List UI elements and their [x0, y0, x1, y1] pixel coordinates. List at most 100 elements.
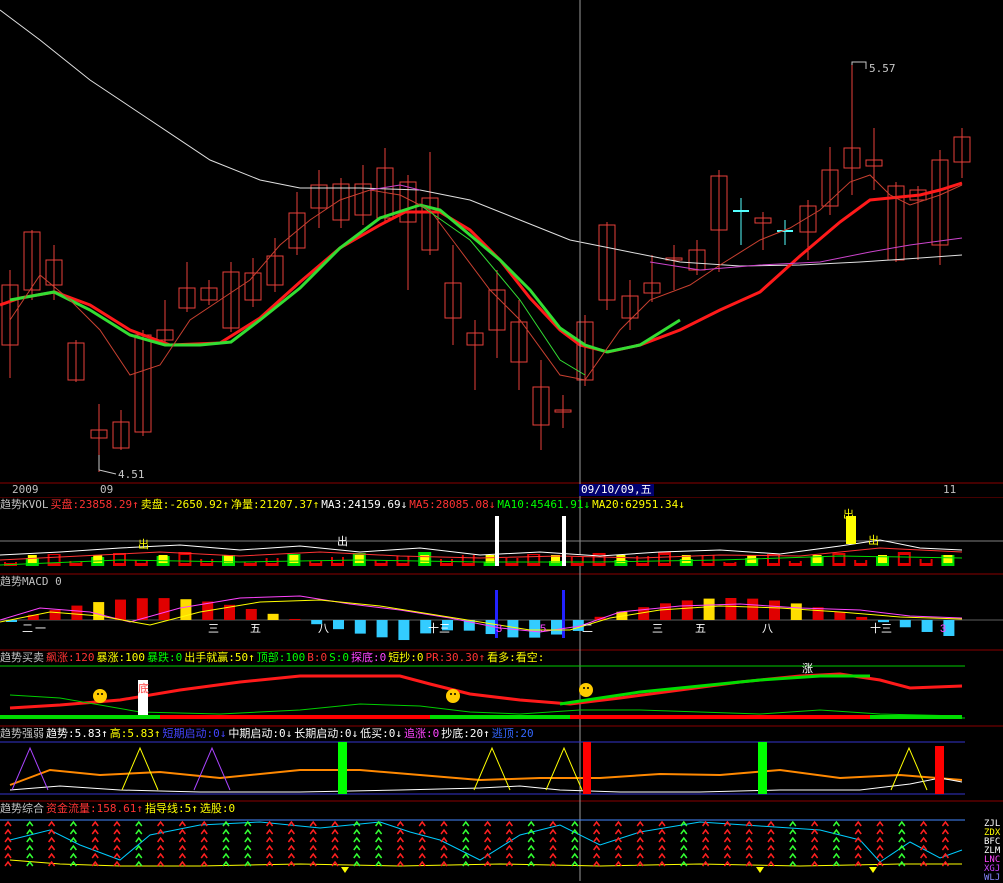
macd-wave-label: 八: [318, 623, 329, 635]
cp-arrow: [178, 844, 186, 851]
cp-arrow: [723, 860, 731, 867]
cp-arrow: [941, 836, 949, 843]
cp-arrow: [244, 852, 252, 859]
volume-core: [333, 555, 342, 563]
cp-arrow: [244, 828, 252, 835]
cp-arrow: [614, 820, 622, 827]
cp-arrow: [375, 836, 383, 843]
buysell-header: 趋势买卖 飙涨:120 暴涨:100 暴跌:0 出手就赢:50↑ 顶部:100 B:0 S:0…: [0, 651, 548, 665]
kvol-item: MA10:45461.91↓: [497, 498, 591, 511]
cp-arrow: [527, 844, 535, 851]
st-triangle: [11, 746, 49, 791]
macd-wave-label: 三: [208, 623, 219, 635]
cp-arrow: [680, 844, 688, 851]
cp-arrow: [767, 844, 775, 851]
strength-item: 高:5.83↑: [109, 727, 161, 740]
cp-arrow: [48, 836, 56, 843]
cp-arrow: [702, 844, 710, 851]
high-pointer: [851, 61, 867, 69]
cp-arrow: [898, 820, 906, 827]
smiley-eye: [454, 693, 456, 695]
buysell-item: 探底:0: [351, 651, 387, 664]
cp-arrow: [854, 828, 862, 835]
cp-arrow: [789, 820, 797, 827]
cp-arrow: [593, 828, 601, 835]
cp-arrow: [4, 852, 12, 859]
cp-arrow: [157, 844, 165, 851]
cp-arrow: [375, 844, 383, 851]
macd-wave-label: 五: [250, 623, 261, 635]
cp-arrow: [178, 820, 186, 827]
macd-bar: [834, 611, 846, 620]
cp-arrow: [920, 820, 928, 827]
macd-wave-label: 3: [940, 623, 946, 635]
strength-item: 追涨:0: [404, 727, 440, 740]
cp-arrow: [811, 852, 819, 859]
macd-bar: [398, 620, 410, 641]
cp-arrow: [440, 844, 448, 851]
kvol-item: 卖盘:-2650.92↑: [140, 498, 229, 511]
cp-yellow-marker: [756, 867, 764, 873]
buysell-item: 暴涨:100: [96, 651, 146, 664]
cp-arrow: [505, 820, 513, 827]
cp-arrow: [178, 852, 186, 859]
cp-arrow: [244, 836, 252, 843]
cp-arrow: [135, 828, 143, 835]
macd-bar: [267, 613, 279, 620]
smiley-icon: [579, 683, 593, 697]
st-triangle: [121, 746, 159, 791]
cp-arrow: [178, 836, 186, 843]
cp-arrow: [396, 844, 404, 851]
cp-arrow: [723, 836, 731, 843]
strength-item: 低买:0↓: [360, 727, 402, 740]
macd-bar: [747, 598, 759, 620]
buysell-item: B:0: [307, 651, 328, 664]
cp-arrow: [658, 836, 666, 843]
cp-arrow: [91, 836, 99, 843]
cp-arrow: [396, 828, 404, 835]
cp-arrow: [69, 844, 77, 851]
cp-arrow: [941, 820, 949, 827]
cp-arrow: [723, 852, 731, 859]
cp-arrow: [91, 852, 99, 859]
cp-arrow: [527, 820, 535, 827]
macd-bar: [71, 605, 83, 620]
st-red-bar: [935, 746, 944, 794]
cp-arrow: [26, 836, 34, 843]
composite-item: 选股:0: [199, 802, 236, 815]
cp-arrow: [462, 820, 470, 827]
cp-arrow: [920, 828, 928, 835]
date-axis-year: 2009: [12, 483, 39, 496]
cp-arrow: [178, 860, 186, 867]
cp-arrow: [549, 836, 557, 843]
buysell-item: 看多:看空:: [487, 651, 545, 664]
cp-arrow: [200, 836, 208, 843]
chart-canvas[interactable]: 二一三五八十三 3 5 二三五八十三 3出出出 出底涨: [0, 0, 1003, 881]
cp-arrow: [200, 852, 208, 859]
cp-arrow: [636, 844, 644, 851]
cp-arrow: [876, 836, 884, 843]
volume-core: [49, 555, 59, 563]
ma-thin-red: [9, 174, 963, 381]
macd-bar: [703, 598, 715, 620]
macd-bar: [790, 603, 802, 620]
cp-arrow: [48, 860, 56, 867]
cp-arrow: [658, 860, 666, 867]
cp-arrow: [680, 828, 688, 835]
cp-arrow: [26, 828, 34, 835]
cp-arrow: [418, 844, 426, 851]
stock-chart-window[interactable]: 二一三五八十三 3 5 二三五八十三 3 出出出出底涨 5.57 4.51 2009 09…: [0, 0, 1003, 883]
cp-arrow: [200, 860, 208, 867]
kvol-title: 趋势KVOL: [0, 498, 49, 511]
cp-arrow: [614, 844, 622, 851]
cp-arrow: [396, 820, 404, 827]
cp-arrow: [811, 844, 819, 851]
cp-arrow: [462, 836, 470, 843]
macd-wave-label: 二: [582, 623, 593, 635]
cp-arrow: [941, 844, 949, 851]
cp-arrow: [484, 820, 492, 827]
cp-arrow: [811, 836, 819, 843]
cp-arrow: [571, 820, 579, 827]
bs-red-line: [9, 672, 963, 710]
buysell-title: 趋势买卖: [0, 651, 44, 664]
